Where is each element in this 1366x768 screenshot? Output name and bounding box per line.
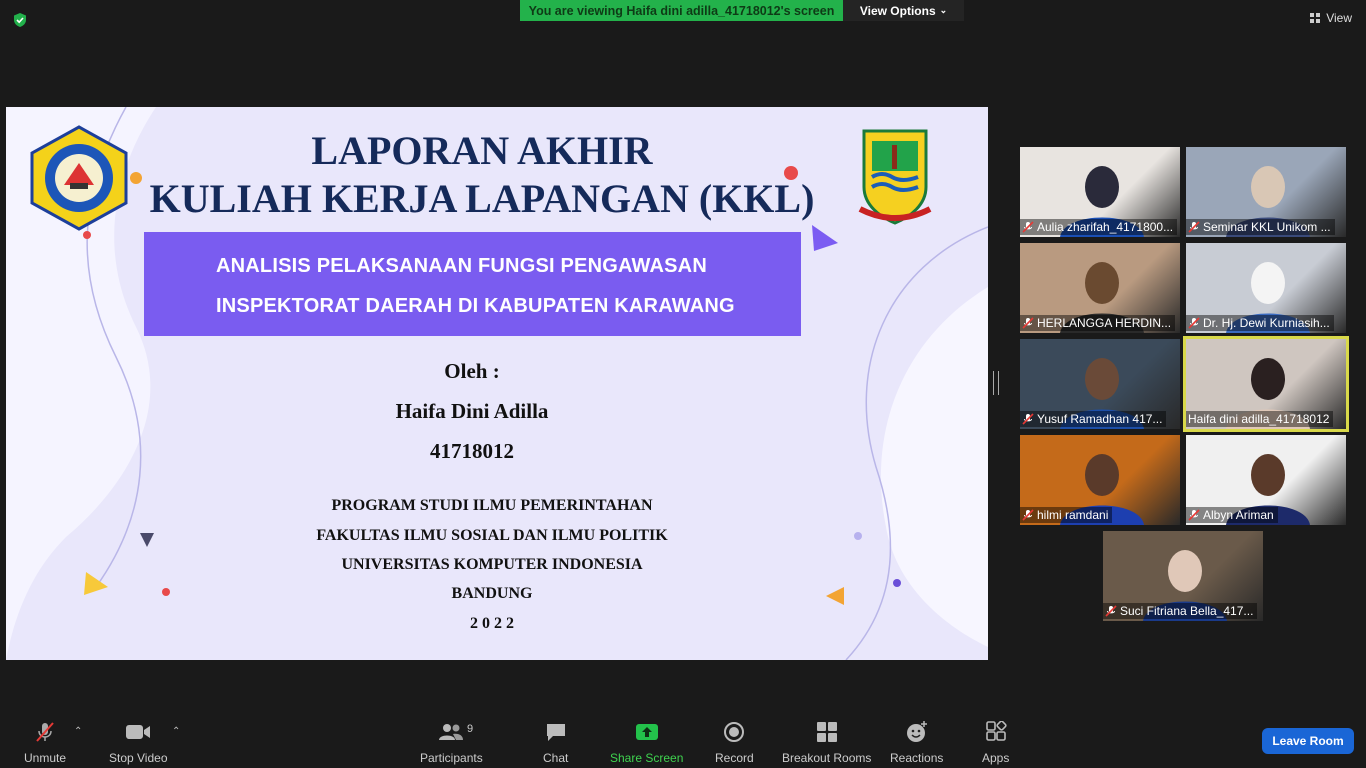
- view-layout-button[interactable]: View: [1310, 11, 1352, 25]
- slide-title-line1: LAPORAN AKHIR: [311, 128, 653, 173]
- participant-name: Albyn Ariman: [1203, 508, 1274, 522]
- apps-label: Apps: [982, 751, 1010, 765]
- slide-subject-box: ANALISIS PELAKSANAAN FUNGSI PENGAWASAN I…: [144, 232, 801, 336]
- participant-name: Yusuf Ramadhan 417...: [1037, 412, 1163, 426]
- participant-name: Seminar KKL Unikom ...: [1203, 220, 1331, 234]
- participant-name-label: Dr. Hj. Dewi Kurniasih...: [1186, 315, 1334, 331]
- record-button[interactable]: Record: [715, 720, 754, 765]
- participant-name: Suci Fitriana Bella_417...: [1120, 604, 1254, 618]
- microphone-muted-icon: [1022, 221, 1034, 233]
- participants-count: 9: [467, 723, 474, 735]
- breakout-rooms-icon: [816, 722, 837, 742]
- slide-author: Haifa Dini Adilla: [395, 399, 549, 423]
- participant-tile[interactable]: Albyn Ariman: [1186, 435, 1346, 525]
- shared-screen-slide[interactable]: LAPORAN AKHIR KULIAH KERJA LAPANGAN (KKL…: [6, 107, 988, 660]
- view-layout-label: View: [1326, 11, 1352, 25]
- audio-options-caret-icon[interactable]: ⌃: [74, 726, 82, 737]
- participant-tile[interactable]: Aulia zharifah_4171800...: [1020, 147, 1180, 237]
- view-options-button[interactable]: View Options ⌄: [843, 0, 964, 21]
- stop-video-label: Stop Video: [109, 751, 168, 765]
- participant-name-label: Haifa dini adilla_41718012: [1186, 411, 1334, 427]
- share-screen-label: Share Screen: [610, 751, 684, 765]
- chat-button[interactable]: Chat: [543, 720, 568, 765]
- microphone-muted-icon: [1105, 605, 1117, 617]
- record-label: Record: [715, 751, 754, 765]
- breakout-rooms-button[interactable]: Breakout Rooms: [782, 720, 871, 765]
- view-options-label: View Options: [859, 3, 936, 18]
- unmute-button[interactable]: Unmute: [24, 720, 66, 765]
- slide-university: UNIVERSITAS KOMPUTER INDONESIA: [341, 556, 643, 573]
- participant-name: hilmi ramdani: [1037, 508, 1109, 522]
- participant-name-label: HERLANGGA HERDIN...: [1020, 315, 1176, 331]
- participant-name-label: Suci Fitriana Bella_417...: [1103, 603, 1258, 619]
- participant-tile[interactable]: Yusuf Ramadhan 417...: [1020, 339, 1180, 429]
- slide-subject-line2: INSPEKTORAT DAERAH DI KABUPATEN KARAWANG: [216, 295, 735, 317]
- share-screen-arrow-icon: [635, 724, 658, 740]
- video-options-caret-icon[interactable]: ⌃: [172, 726, 180, 737]
- participants-label: Participants: [420, 751, 483, 765]
- participant-name-label: Albyn Ariman: [1186, 507, 1278, 523]
- participant-tile[interactable]: hilmi ramdani: [1020, 435, 1180, 525]
- participant-tile[interactable]: Seminar KKL Unikom ...: [1186, 147, 1346, 237]
- slide-program: PROGRAM STUDI ILMU PEMERINTAHAN: [331, 497, 653, 514]
- microphone-muted-icon: [1188, 317, 1200, 329]
- slide-subject-line1: ANALISIS PELAKSANAAN FUNGSI PENGAWASAN: [216, 255, 707, 277]
- chat-bubble-icon: [546, 724, 565, 741]
- participant-tile[interactable]: HERLANGGA HERDIN...: [1020, 243, 1180, 333]
- unmute-label: Unmute: [24, 751, 67, 765]
- breakout-rooms-label: Breakout Rooms: [782, 751, 872, 765]
- meeting-toolbar: Unmute ⌃ Stop Video ⌃ Participants 9 Cha…: [0, 712, 1366, 768]
- video-camera-icon: [126, 725, 151, 739]
- participant-name: HERLANGGA HERDIN...: [1037, 316, 1172, 330]
- slide-faculty: FAKULTAS ILMU SOSIAL DAN ILMU POLITIK: [316, 527, 668, 544]
- slide-year: 2 0 2 2: [470, 615, 514, 632]
- reactions-label: Reactions: [890, 751, 944, 765]
- participants-icon: [439, 724, 464, 740]
- slide-title-line2: KULIAH KERJA LAPANGAN (KKL): [149, 176, 815, 221]
- chevron-down-icon: ⌄: [939, 5, 948, 15]
- participant-name-label: Seminar KKL Unikom ...: [1186, 219, 1335, 235]
- microphone-muted-icon: [1188, 221, 1200, 233]
- participant-name-label: Yusuf Ramadhan 417...: [1020, 411, 1167, 427]
- reactions-smiley-icon: [906, 721, 927, 742]
- panel-resize-handle[interactable]: [993, 371, 999, 395]
- participants-button[interactable]: Participants: [420, 720, 483, 765]
- security-shield-icon[interactable]: [12, 12, 28, 28]
- participant-name: Dr. Hj. Dewi Kurniasih...: [1203, 316, 1330, 330]
- stop-video-button[interactable]: Stop Video: [109, 720, 168, 765]
- apps-icon: [985, 721, 1007, 741]
- slide-city: BANDUNG: [451, 585, 533, 602]
- participant-tile[interactable]: Haifa dini adilla_41718012: [1183, 336, 1349, 432]
- grid-view-icon: [1310, 13, 1321, 23]
- microphone-muted-icon: [1022, 317, 1034, 329]
- viewing-screen-banner: You are viewing Haifa dini adilla_417180…: [520, 0, 843, 21]
- share-screen-button[interactable]: Share Screen: [610, 720, 683, 765]
- participant-name-label: Aulia zharifah_4171800...: [1020, 219, 1178, 235]
- microphone-muted-icon: [36, 722, 54, 742]
- microphone-muted-icon: [1188, 509, 1200, 521]
- chat-label: Chat: [543, 751, 569, 765]
- microphone-muted-icon: [1022, 509, 1034, 521]
- microphone-muted-icon: [1022, 413, 1034, 425]
- apps-button[interactable]: Apps: [982, 720, 1009, 765]
- participant-name: Haifa dini adilla_41718012: [1188, 412, 1330, 426]
- participant-name: Aulia zharifah_4171800...: [1037, 220, 1174, 234]
- slide-by-label: Oleh :: [444, 359, 500, 383]
- participant-name-label: hilmi ramdani: [1020, 507, 1113, 523]
- participant-tile[interactable]: Dr. Hj. Dewi Kurniasih...: [1186, 243, 1346, 333]
- reactions-button[interactable]: Reactions: [890, 720, 943, 765]
- leave-room-button[interactable]: Leave Room: [1262, 728, 1354, 754]
- participant-tile[interactable]: Suci Fitriana Bella_417...: [1103, 531, 1263, 621]
- record-icon: [724, 722, 745, 742]
- slide-nim: 41718012: [430, 439, 514, 463]
